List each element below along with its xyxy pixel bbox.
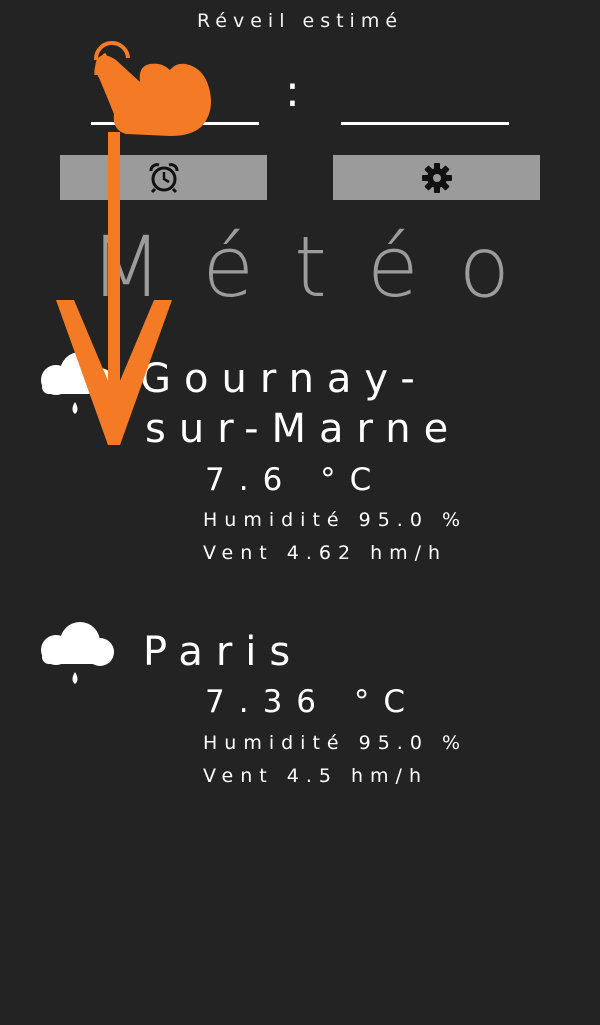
hour-field[interactable]: [91, 122, 259, 125]
city-wind: Vent 4.62 hm/h: [203, 542, 448, 564]
page-title: Météo: [89, 218, 551, 316]
weather-icon-city-2: [34, 620, 120, 702]
city-name-line2: sur-Marne: [145, 406, 462, 452]
city-name: Paris: [143, 629, 304, 675]
gear-icon: [421, 162, 452, 193]
city-temperature: 7.36 °C: [205, 684, 420, 720]
time-separator: :: [285, 66, 300, 117]
rain-cloud-icon: [41, 622, 114, 684]
city-name-line1: Gournay-: [140, 356, 428, 402]
alarm-clock-icon: [149, 162, 178, 193]
rain-cloud-icon: [41, 352, 114, 414]
city-humidity: Humidité 95.0 %: [203, 732, 468, 754]
alarm-button[interactable]: [60, 155, 267, 200]
settings-button[interactable]: [333, 155, 540, 200]
city-temperature: 7.6 °C: [205, 462, 386, 498]
city-wind: Vent 4.5 hm/h: [203, 765, 428, 787]
weather-icon-city-1: [34, 350, 120, 432]
estimated-alarm-label: Réveil estimé: [196, 10, 404, 32]
city-humidity: Humidité 95.0 %: [203, 509, 468, 531]
minute-field[interactable]: [341, 122, 509, 125]
